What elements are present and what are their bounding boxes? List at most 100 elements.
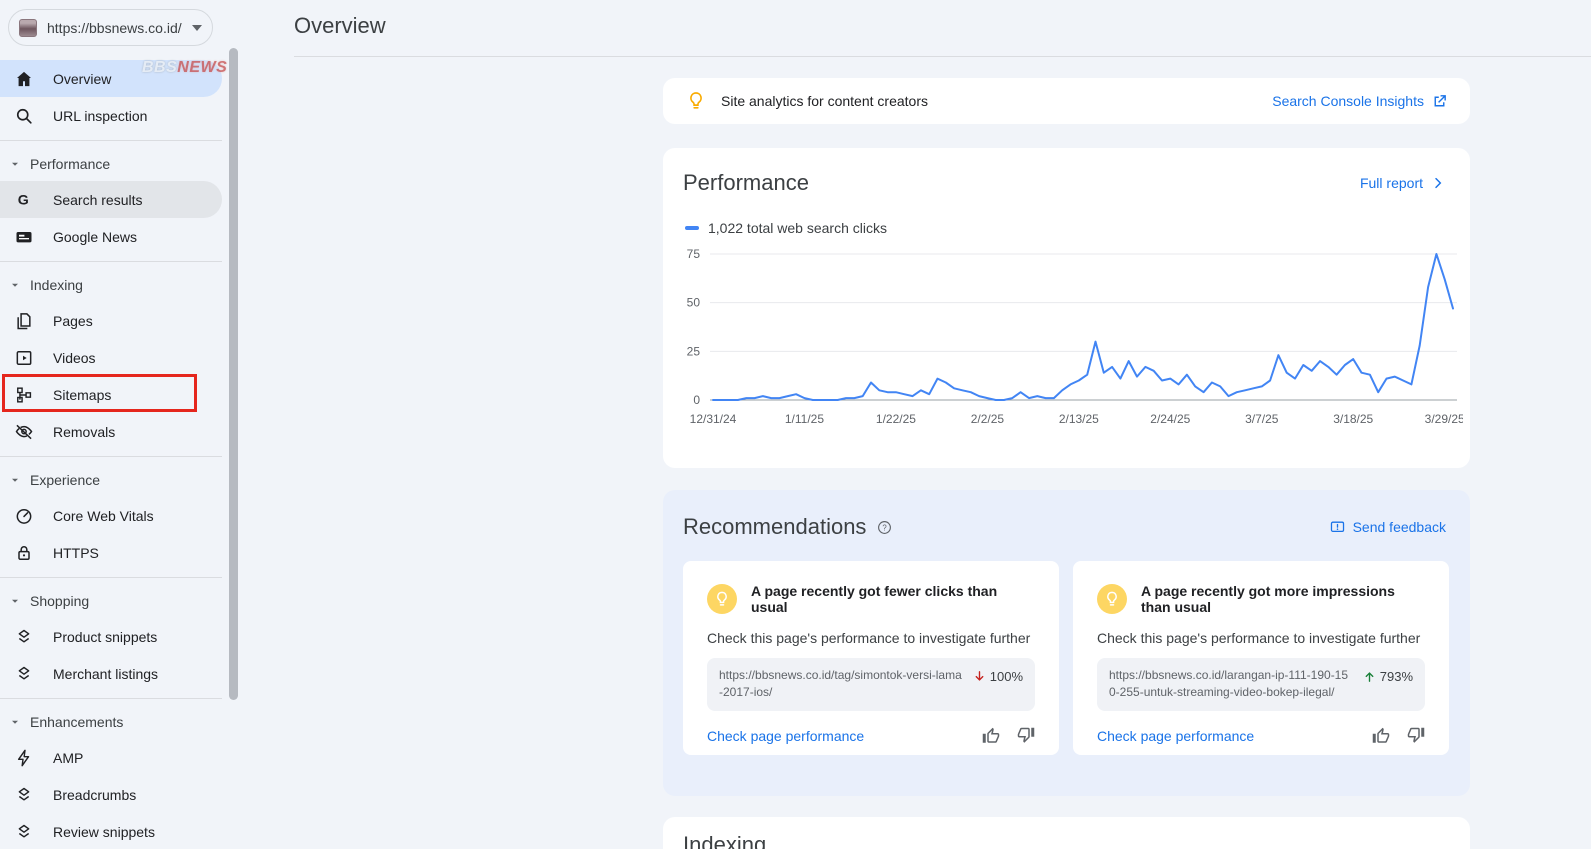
- chart-legend: 1,022 total web search clicks: [685, 220, 1470, 236]
- performance-chart[interactable]: 0 25 50 75 12/31/24 1/11/25 1/22/25 2/2/25 2/13/…: [671, 246, 1463, 432]
- google-g-icon: G: [14, 190, 34, 210]
- sidebar-item-breadcrumbs[interactable]: Breadcrumbs: [0, 776, 222, 813]
- svg-text:50: 50: [687, 296, 701, 310]
- sidebar-scrollbar[interactable]: [229, 48, 238, 700]
- sidebar-item-google-news[interactable]: Google News: [0, 218, 222, 255]
- sidebar-item-search-results[interactable]: G Search results: [0, 181, 222, 218]
- svg-text:G: G: [18, 192, 29, 208]
- lightbulb-icon: [707, 584, 737, 614]
- clicks-series-swatch: [685, 226, 699, 230]
- check-page-performance-link[interactable]: Check page performance: [1097, 728, 1254, 744]
- speedometer-icon: [14, 506, 34, 526]
- sidebar-item-label: Removals: [53, 424, 115, 440]
- recommendation-card: A page recently got fewer clicks than us…: [683, 561, 1059, 755]
- svg-text:25: 25: [687, 344, 701, 358]
- page-url-chip[interactable]: https://bbsnews.co.id/tag/simontok-versi…: [707, 658, 1035, 711]
- svg-text:1/22/25: 1/22/25: [876, 412, 916, 426]
- sidebar-nav: Overview URL inspection Performance G Search…: [0, 60, 222, 849]
- sidebar-item-label: Review snippets: [53, 824, 155, 840]
- sidebar-section-experience[interactable]: Experience: [0, 463, 222, 497]
- sidebar-divider: [0, 577, 222, 578]
- sidebar-divider: [0, 698, 222, 699]
- check-page-performance-link[interactable]: Check page performance: [707, 728, 864, 744]
- sidebar-section-shopping[interactable]: Shopping: [0, 584, 222, 618]
- recommendations-section: Recommendations ? Send feedback A page r…: [663, 490, 1470, 796]
- sidebar-item-url-inspection[interactable]: URL inspection: [0, 97, 222, 134]
- sidebar-divider: [0, 261, 222, 262]
- layers-icon: [14, 785, 34, 805]
- annotation-box-sitemaps: [2, 374, 197, 412]
- sidebar-item-label: Search results: [53, 192, 142, 208]
- arrow-down-icon: [972, 669, 987, 684]
- thumb-down-icon[interactable]: [1017, 727, 1035, 745]
- page-title: Overview: [294, 13, 386, 39]
- bolt-icon: [14, 748, 34, 768]
- arrow-up-icon: [1362, 669, 1377, 684]
- sidebar-item-product-snippets[interactable]: Product snippets: [0, 618, 222, 655]
- thumb-up-icon[interactable]: [982, 727, 1000, 745]
- sidebar-item-amp[interactable]: AMP: [0, 739, 222, 776]
- recommendation-description: Check this page's performance to investi…: [1097, 630, 1425, 646]
- header-divider: [294, 56, 1591, 57]
- sidebar-section-performance[interactable]: Performance: [0, 147, 222, 181]
- page-url: https://bbsnews.co.id/larangan-ip-111-19…: [1109, 667, 1352, 702]
- insights-banner: Site analytics for content creators Sear…: [663, 78, 1470, 124]
- page-url-chip[interactable]: https://bbsnews.co.id/larangan-ip-111-19…: [1097, 658, 1425, 711]
- sidebar-section-label: Performance: [30, 156, 110, 172]
- performance-title: Performance: [683, 170, 809, 196]
- sidebar-item-label: Overview: [53, 71, 111, 87]
- sidebar-item-overview[interactable]: Overview: [0, 60, 222, 97]
- sidebar-section-label: Experience: [30, 472, 100, 488]
- sidebar-section-indexing[interactable]: Indexing: [0, 268, 222, 302]
- thumb-up-icon[interactable]: [1372, 727, 1390, 745]
- svg-text:2/24/25: 2/24/25: [1150, 412, 1190, 426]
- sidebar-item-removals[interactable]: Removals: [0, 413, 222, 450]
- sidebar-section-label: Enhancements: [30, 714, 123, 730]
- external-link-icon: [1431, 93, 1448, 110]
- search-console-insights-link[interactable]: Search Console Insights: [1272, 93, 1448, 110]
- sidebar-divider: [0, 456, 222, 457]
- svg-text:3/29/25: 3/29/25: [1425, 412, 1463, 426]
- sidebar-item-label: Product snippets: [53, 629, 157, 645]
- svg-text:12/31/24: 12/31/24: [690, 412, 737, 426]
- help-icon[interactable]: ?: [876, 519, 893, 536]
- recommendation-title: A page recently got fewer clicks than us…: [751, 583, 1035, 615]
- home-icon: [14, 69, 34, 89]
- sidebar-item-pages[interactable]: Pages: [0, 302, 222, 339]
- svg-text:3/18/25: 3/18/25: [1333, 412, 1373, 426]
- svg-text:75: 75: [687, 247, 701, 261]
- sidebar-item-https[interactable]: HTTPS: [0, 534, 222, 571]
- svg-text:?: ?: [883, 523, 888, 532]
- change-badge: 793%: [1362, 669, 1413, 684]
- layers-icon: [14, 627, 34, 647]
- search-icon: [14, 106, 34, 126]
- eye-off-icon: [14, 422, 34, 442]
- video-icon: [14, 348, 34, 368]
- thumb-down-icon[interactable]: [1407, 727, 1425, 745]
- sidebar: https://bbsnews.co.id/ Overview URL inspe…: [0, 0, 240, 849]
- svg-text:1/11/25: 1/11/25: [785, 412, 824, 426]
- performance-card: Performance Full report 1,022 total web …: [663, 148, 1470, 468]
- sidebar-section-label: Indexing: [30, 277, 83, 293]
- lightbulb-icon: [1097, 584, 1127, 614]
- svg-text:2/13/25: 2/13/25: [1059, 412, 1099, 426]
- site-favicon-icon: [19, 19, 37, 37]
- sidebar-item-label: Google News: [53, 229, 137, 245]
- sidebar-item-label: AMP: [53, 750, 83, 766]
- lock-icon: [14, 543, 34, 563]
- recommendation-card: A page recently got more impressions tha…: [1073, 561, 1449, 755]
- svg-text:2/2/25: 2/2/25: [971, 412, 1005, 426]
- full-report-link[interactable]: Full report: [1360, 175, 1446, 191]
- sidebar-section-label: Shopping: [30, 593, 89, 609]
- sidebar-item-label: Breadcrumbs: [53, 787, 136, 803]
- sidebar-section-enhancements[interactable]: Enhancements: [0, 705, 222, 739]
- feedback-icon: [1329, 519, 1346, 536]
- sidebar-item-merchant-listings[interactable]: Merchant listings: [0, 655, 222, 692]
- sidebar-item-videos[interactable]: Videos: [0, 339, 222, 376]
- sidebar-item-review-snippets[interactable]: Review snippets: [0, 813, 222, 849]
- property-selector[interactable]: https://bbsnews.co.id/: [8, 9, 213, 46]
- send-feedback-link[interactable]: Send feedback: [1329, 519, 1446, 536]
- sidebar-item-core-web-vitals[interactable]: Core Web Vitals: [0, 497, 222, 534]
- svg-text:0: 0: [693, 393, 700, 407]
- sidebar-item-label: Pages: [53, 313, 93, 329]
